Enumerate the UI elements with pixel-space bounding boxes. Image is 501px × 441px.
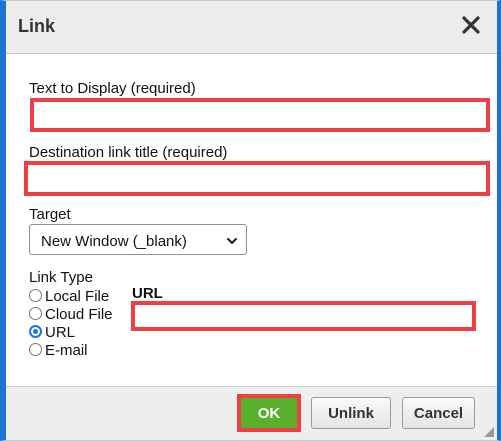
ok-button[interactable]: OK: [237, 394, 301, 432]
radio-local-file-label: Local File: [45, 288, 110, 305]
cancel-button[interactable]: Cancel: [402, 397, 475, 429]
text-to-display-input[interactable]: [34, 102, 486, 128]
unlink-button[interactable]: Unlink: [311, 397, 391, 429]
destination-link-title-label: Destination link title (required): [29, 144, 228, 161]
dialog-title: Link: [18, 16, 56, 36]
target-select-value: New Window (_blank): [41, 233, 187, 250]
text-to-display-field: [30, 98, 490, 132]
unlink-button-label: Unlink: [328, 404, 374, 422]
url-label: URL: [132, 285, 163, 302]
resize-grip-icon[interactable]: [479, 422, 495, 438]
radio-url-label: URL: [45, 324, 76, 341]
link-type-label: Link Type: [29, 269, 93, 286]
radio-cloud-file-button[interactable]: [29, 307, 42, 320]
chevron-down-icon: [227, 238, 237, 244]
dialog-footer: OK Unlink Cancel: [6, 386, 497, 440]
link-dialog: Link Text to Display (required) Destinat…: [0, 0, 501, 441]
target-select[interactable]: New Window (_blank): [29, 224, 247, 255]
destination-link-title-input[interactable]: [28, 165, 486, 192]
target-label: Target: [29, 206, 71, 223]
cancel-button-label: Cancel: [413, 404, 464, 422]
destination-link-title-field: [24, 161, 490, 196]
url-field: [131, 301, 476, 331]
text-to-display-label: Text to Display (required): [29, 80, 196, 97]
radio-email-button[interactable]: [29, 343, 42, 356]
ok-button-label: OK: [257, 404, 281, 422]
close-icon[interactable]: [459, 13, 483, 37]
radio-email-label: E-mail: [45, 342, 88, 359]
radio-cloud-file-label: Cloud File: [45, 306, 113, 323]
radio-url-button[interactable]: [29, 325, 42, 338]
dialog-title-bar[interactable]: Link: [6, 1, 497, 54]
radio-local-file-button[interactable]: [29, 289, 42, 302]
url-input[interactable]: [135, 305, 472, 327]
